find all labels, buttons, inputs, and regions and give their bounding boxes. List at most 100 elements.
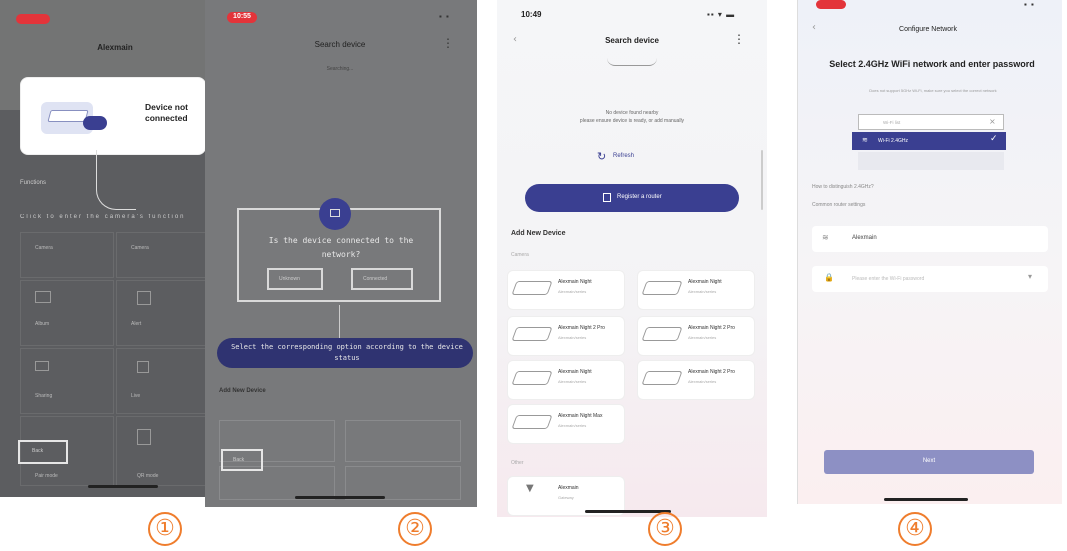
device-popup[interactable]: Device not connected (20, 77, 205, 155)
panel-step-4: ▪ ▪ ‹ Configure Network Select 2.4GHz Wi… (797, 0, 1062, 504)
header-title: Alexmain (97, 43, 133, 52)
refresh-icon: ↻ (597, 150, 607, 163)
device-card[interactable]: Alexmain Night Max Alexmain/series (507, 404, 625, 444)
dropdown-empty-row (858, 152, 1004, 170)
empty-text-1: No device found nearby (605, 110, 659, 116)
device-card[interactable] (345, 420, 461, 462)
tile-label: Live (131, 393, 141, 399)
step-number-2: ② (398, 512, 432, 546)
camera-device-icon (641, 281, 683, 295)
device-sub: Alexmain/series (558, 335, 587, 340)
scrollbar[interactable] (761, 150, 763, 210)
tile[interactable]: QR mode (116, 416, 205, 486)
camera-device-icon (511, 371, 553, 385)
next-label: Next (922, 458, 936, 464)
close-icon[interactable]: × (989, 117, 996, 126)
popup-title: Device not connected (145, 102, 188, 123)
device-name: Alexmain Night (558, 279, 592, 285)
router-icon (603, 193, 611, 202)
hint-text: Click to enter the camera's function (20, 214, 186, 220)
device-card[interactable]: Alexmain Night Alexmain/series (507, 360, 625, 400)
check-icon: ✓ (990, 134, 998, 144)
device-name: Alexmain Night (688, 279, 722, 285)
back-icon[interactable]: ‹ (513, 34, 517, 45)
tile[interactable]: Sharing (20, 348, 114, 414)
camera-device-icon (511, 327, 553, 341)
lock-icon: 🔒 (824, 273, 834, 282)
device-card[interactable] (219, 466, 335, 500)
next-button[interactable]: Next (824, 450, 1034, 474)
highlight-button[interactable]: Back (18, 440, 68, 464)
router-settings-link[interactable]: Common router settings (812, 202, 865, 208)
device-name: Alexmain Night Max (558, 413, 603, 419)
live-icon (137, 361, 149, 373)
eye-icon[interactable]: ▾ (1028, 272, 1032, 281)
device-card[interactable]: Alexmain Night Alexmain/series (507, 270, 625, 310)
wifi-name-value: Alexmain (852, 235, 877, 241)
dialog-question: Is the device connected to the network? (268, 236, 414, 259)
step-number-1: ① (148, 512, 182, 546)
device-card[interactable]: Alexmain Night Alexmain/series (637, 270, 755, 310)
camera-device-icon (641, 327, 683, 341)
wifi-dropdown[interactable]: Wi-Fi list × (858, 114, 1004, 130)
back-icon[interactable]: ‹ (812, 22, 816, 33)
section-title: Functions (20, 180, 47, 186)
device-card[interactable]: Alexmain Night 2 Pro Alexmain/series (637, 360, 755, 400)
status-icons: ▪ ▪ (1024, 0, 1035, 9)
device-name: Alexmain Night 2 Pro (558, 325, 605, 331)
header-title: Configure Network (899, 26, 957, 33)
device-sub: Alexmain/series (688, 379, 717, 384)
cloud-icon (83, 116, 107, 130)
dialog-unknown-button[interactable]: Unknown (267, 268, 323, 290)
wifi-name-field[interactable]: ≋ Alexmain (812, 226, 1048, 252)
tile[interactable]: Camera (20, 232, 114, 278)
device-sub: Alexmain/series (558, 289, 587, 294)
device-card[interactable] (345, 466, 461, 500)
status-tip-banner: Select the corresponding option accordin… (217, 338, 473, 368)
device-card[interactable]: Alexmain Night 2 Pro Alexmain/series (507, 316, 625, 356)
tile-label: Pair mode (35, 473, 58, 479)
tile-label: Alert (131, 321, 142, 327)
wifi-icon: ≋ (822, 233, 829, 242)
camera-device-icon (511, 415, 553, 429)
alert-icon (137, 291, 151, 305)
tile-label: Album (35, 321, 50, 327)
device-card[interactable]: Alexmain Night 2 Pro Alexmain/series (637, 316, 755, 356)
config-subtext: Does not support 5GHz Wi-Fi, make sure y… (869, 88, 997, 93)
tip-text: Select the corresponding option accordin… (231, 343, 463, 362)
more-menu-icon[interactable]: ⋮ (442, 36, 454, 50)
device-sub: Alexmain/series (558, 423, 587, 428)
status-indicator (816, 0, 846, 9)
panel-step-1: Alexmain Device not connected Functions … (0, 0, 205, 497)
status-icons: ▪ ▪ (439, 12, 450, 21)
register-router-button[interactable]: Register a router (525, 184, 739, 212)
distinguish-link[interactable]: How to distinguish 2.4GHz? (812, 184, 874, 190)
tile[interactable]: Live (116, 348, 205, 414)
more-menu-icon[interactable]: ⋮ (733, 32, 745, 46)
highlight-button[interactable]: Back (221, 449, 263, 471)
category-camera: Camera (511, 252, 529, 258)
panel-step-3: 10:49 ▪▪ ▾ ▬ ‹ Search device ⋮ No device… (497, 0, 767, 517)
refresh-button[interactable]: ↻ Refresh (597, 150, 667, 166)
highlight-button-label: Back (32, 448, 44, 454)
panel-step-2: 10:55 ▪ ▪ Search device ⋮ Searching... I… (205, 0, 477, 507)
device-illustration (35, 92, 113, 140)
device-name: Alexmain Night 2 Pro (688, 369, 735, 375)
dialog-unknown-label: Unknown (279, 276, 300, 282)
home-indicator (295, 496, 385, 499)
password-field[interactable]: 🔒 Please enter the Wi-Fi password ▾ (812, 266, 1048, 292)
step-number-4: ④ (898, 512, 932, 546)
device-name: Alexmain Night (558, 369, 592, 375)
dialog-connected-button[interactable]: Connected (351, 268, 413, 290)
dialog-icon (319, 198, 351, 230)
tile[interactable]: Alert (116, 280, 205, 346)
device-name: Alexmain (558, 485, 579, 491)
home-indicator (88, 485, 158, 488)
tile-label: Sharing (35, 393, 53, 399)
camera-device-icon (641, 371, 683, 385)
dialog-connected-label: Connected (363, 276, 388, 282)
tile[interactable]: Album (20, 280, 114, 346)
selected-network-option[interactable]: ≋ Wi-Fi 2.4GHz ✓ (852, 132, 1006, 150)
tile[interactable]: Camera (116, 232, 205, 278)
device-sub: Alexmain/series (688, 289, 717, 294)
